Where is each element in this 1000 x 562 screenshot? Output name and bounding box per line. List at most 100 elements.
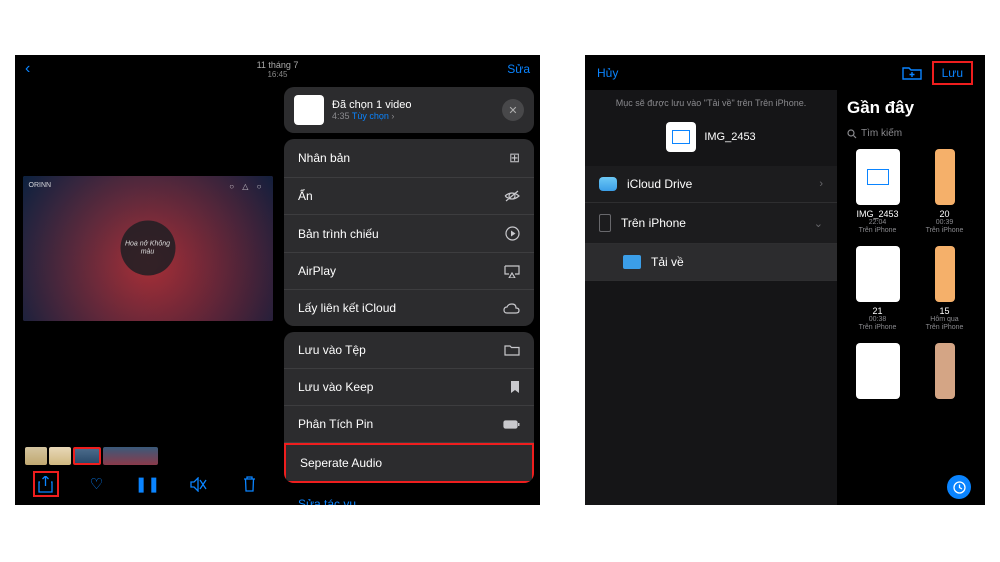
menu-duplicate[interactable]: Nhân bản ⊞ (284, 139, 534, 178)
menu-label: Nhân bản (298, 151, 350, 165)
menu-label: Bản trình chiếu (298, 227, 379, 241)
edit-actions-link[interactable]: Sửa tác vụ... (284, 489, 534, 505)
recent-title: Gần đây (847, 98, 975, 118)
file-name: 20 (939, 209, 949, 219)
menu-label: Seperate Audio (300, 456, 382, 470)
file-being-saved: IMG_2453 (585, 116, 837, 166)
cancel-button[interactable]: Hủy (597, 66, 618, 80)
thumbnail-strip (25, 447, 158, 465)
thumbnail-item[interactable] (25, 447, 47, 465)
audio-file-icon (856, 149, 900, 205)
save-location-hint: Mục sẽ được lưu vào "Tải về" trên Trên i… (585, 90, 837, 116)
file-meta: 00:38Trên iPhone (859, 316, 897, 333)
hide-icon (504, 190, 520, 202)
menu-group-1: Nhân bản ⊞ Ẩn Bản trình chiếu AirPlay (284, 139, 534, 326)
mute-button[interactable] (186, 471, 212, 497)
close-button[interactable]: ✕ (502, 99, 524, 121)
delete-button[interactable] (237, 471, 263, 497)
folder-icon (623, 255, 641, 269)
thumbnail-item-selected[interactable] (73, 447, 101, 465)
share-header-text: Đã chọn 1 video 4:35 Tùy chọn › (332, 99, 494, 121)
file-icon (856, 246, 900, 302)
file-icon (935, 343, 955, 399)
location-iphone[interactable]: Trên iPhone ⌄ (585, 203, 837, 244)
menu-separate-audio[interactable]: Seperate Audio (284, 443, 534, 483)
file-card[interactable]: 20 00:39Trên iPhone (914, 149, 975, 236)
airplay-icon (504, 265, 520, 278)
search-field[interactable]: Tìm kiếm (847, 124, 975, 149)
menu-airplay[interactable]: AirPlay (284, 253, 534, 290)
menu-icloud-link[interactable]: Lấy liên kết iCloud (284, 290, 534, 326)
menu-label: Lấy liên kết iCloud (298, 301, 396, 315)
share-sheet: Đã chọn 1 video 4:35 Tùy chọn › ✕ Nhân b… (284, 87, 534, 505)
file-name: 15 (939, 306, 949, 316)
file-card[interactable] (847, 343, 908, 403)
file-icon (856, 343, 900, 399)
location-downloads[interactable]: Tải về (585, 244, 837, 281)
bookmark-icon (510, 380, 520, 394)
folder-icon (504, 344, 520, 356)
cloud-link-icon (503, 303, 520, 314)
photos-share-screen: ‹ 11 tháng 7 16:45 Sửa ORINN ○ △ ○ Hoa n… (15, 55, 540, 505)
menu-save-keep[interactable]: Lưu vào Keep (284, 369, 534, 406)
bottom-tab-bar (837, 475, 985, 499)
menu-group-2: Lưu vào Tệp Lưu vào Keep Phân Tích Pin S… (284, 332, 534, 483)
video-brand-label: ORINN (29, 182, 52, 189)
file-card[interactable]: 15 Hôm quaTrên iPhone (914, 246, 975, 333)
menu-label: Ẩn (298, 189, 313, 203)
file-meta: 00:39Trên iPhone (926, 219, 964, 236)
location-icloud[interactable]: iCloud Drive › (585, 166, 837, 203)
file-name: IMG_2453 (856, 209, 898, 219)
thumbnail-item[interactable] (49, 447, 71, 465)
video-title-logo: Hoa nở Không màu (120, 221, 175, 276)
recent-files-grid: IMG_2453 22:04Trên iPhone 20 00:39Trên i… (847, 149, 975, 403)
file-card[interactable] (914, 343, 975, 403)
location-label: Tải về (651, 255, 684, 269)
file-meta: Hôm quaTrên iPhone (926, 316, 964, 333)
iphone-icon (599, 214, 611, 232)
topbar-right-group: Lưu (902, 61, 973, 85)
location-label: Trên iPhone (621, 216, 686, 230)
save-button[interactable]: Lưu (932, 61, 973, 85)
menu-battery-analyze[interactable]: Phân Tích Pin (284, 406, 534, 443)
file-meta: 22:04Trên iPhone (859, 219, 897, 236)
files-left-column: Mục sẽ được lưu vào "Tải về" trên Trên i… (585, 90, 837, 505)
file-name-label: IMG_2453 (704, 131, 755, 143)
video-thumbnail[interactable]: ORINN ○ △ ○ Hoa nở Không màu (23, 176, 273, 321)
back-button[interactable]: ‹ (25, 60, 30, 78)
file-name: 21 (872, 306, 882, 316)
audio-file-icon (666, 122, 696, 152)
search-placeholder: Tìm kiếm (861, 128, 902, 139)
date-label: 11 tháng 7 (257, 60, 299, 70)
menu-hide[interactable]: Ẩn (284, 178, 534, 215)
menu-save-files[interactable]: Lưu vào Tệp (284, 332, 534, 369)
icloud-icon (599, 177, 617, 191)
files-save-screen: Hủy Lưu Mục sẽ được lưu vào "Tải về" trê… (585, 55, 985, 505)
thumbnail-item[interactable] (103, 447, 158, 465)
menu-label: AirPlay (298, 264, 336, 278)
files-right-column: Gần đây Tìm kiếm IMG_2453 22:04Trên iPho… (837, 90, 985, 505)
video-preview: ORINN ○ △ ○ Hoa nở Không màu (15, 83, 280, 413)
share-button[interactable] (33, 471, 59, 497)
options-link[interactable]: Tùy chọn (352, 111, 389, 121)
location-label: iCloud Drive (627, 177, 692, 191)
video-overlay-dots: ○ △ ○ (229, 182, 264, 191)
file-card[interactable]: 21 00:38Trên iPhone (847, 246, 908, 333)
title-area: 11 tháng 7 16:45 (257, 60, 299, 79)
recents-tab[interactable] (947, 475, 971, 499)
share-header: Đã chọn 1 video 4:35 Tùy chọn › ✕ (284, 87, 534, 133)
chevron-right-icon: › (819, 178, 823, 190)
bottom-toolbar: ♡ ❚❚ (15, 471, 280, 497)
chevron-down-icon: ⌄ (814, 217, 823, 230)
file-card[interactable]: IMG_2453 22:04Trên iPhone (847, 149, 908, 236)
favorite-button[interactable]: ♡ (84, 471, 110, 497)
play-icon (505, 226, 520, 241)
menu-label: Lưu vào Tệp (298, 343, 366, 357)
menu-slideshow[interactable]: Bản trình chiếu (284, 215, 534, 253)
pause-button[interactable]: ❚❚ (135, 471, 161, 497)
duration-label: 4:35 (332, 111, 350, 121)
new-folder-button[interactable] (902, 65, 922, 80)
menu-label: Phân Tích Pin (298, 417, 373, 431)
edit-button[interactable]: Sửa (507, 62, 530, 76)
selected-meta: 4:35 Tùy chọn › (332, 111, 494, 121)
